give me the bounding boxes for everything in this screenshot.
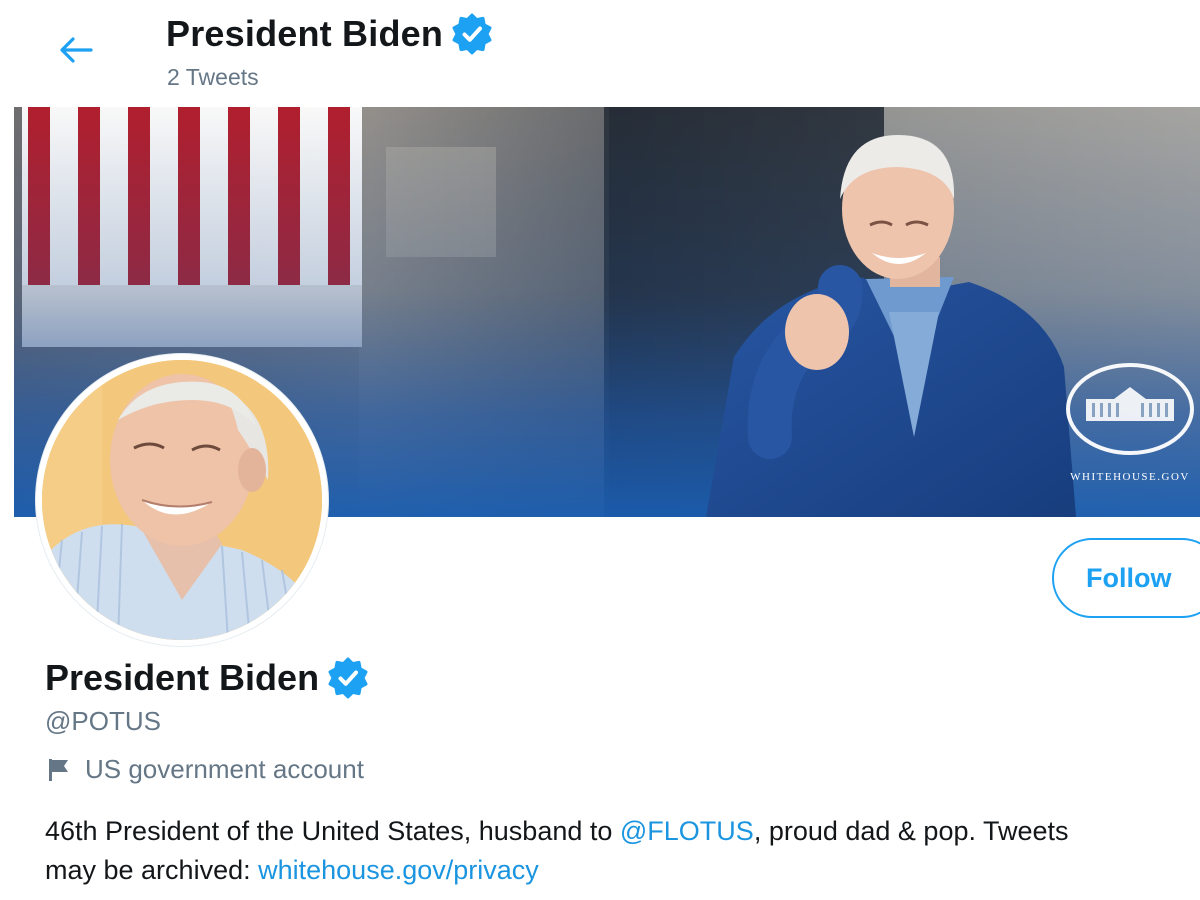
mention-link[interactable]: @FLOTUS bbox=[620, 816, 754, 846]
bio-line-1: 46th President of the United States, hus… bbox=[45, 812, 1200, 851]
bio-line-2: may be archived: whitehouse.gov/privacy bbox=[45, 851, 1200, 890]
banner-watermark: WHITEHOUSE.GOV bbox=[1070, 471, 1190, 483]
header-title: President Biden bbox=[166, 10, 493, 58]
profile-bio: 46th President of the United States, hus… bbox=[45, 812, 1200, 890]
arrow-left-icon bbox=[60, 37, 93, 63]
government-label: US government account bbox=[85, 754, 364, 784]
bio-text: 46th President of the United States, hus… bbox=[45, 816, 620, 846]
tweet-count: 2 Tweets bbox=[167, 64, 259, 90]
profile-handle: @POTUS bbox=[45, 706, 161, 736]
privacy-link[interactable]: whitehouse.gov/privacy bbox=[258, 855, 539, 885]
government-label-row: US government account bbox=[47, 754, 364, 785]
profile-header: President Biden 2 Tweets bbox=[0, 0, 1200, 106]
verified-badge-icon bbox=[451, 13, 493, 55]
profile-name: President Biden bbox=[45, 657, 320, 698]
bio-text: may be archived: bbox=[45, 855, 259, 885]
follow-button[interactable]: Follow bbox=[1052, 538, 1200, 618]
header-name: President Biden bbox=[166, 13, 444, 54]
avatar[interactable] bbox=[36, 354, 328, 646]
flag-icon bbox=[49, 758, 68, 781]
profile-page: President Biden 2 Tweets WHITEHOUSE.GOV … bbox=[0, 0, 1200, 900]
verified-badge-icon bbox=[327, 657, 369, 699]
profile-name-row: President Biden bbox=[45, 654, 369, 702]
avatar-image bbox=[42, 360, 322, 640]
bio-text: , proud dad & pop. Tweets bbox=[753, 816, 1069, 846]
back-button[interactable] bbox=[52, 28, 100, 72]
